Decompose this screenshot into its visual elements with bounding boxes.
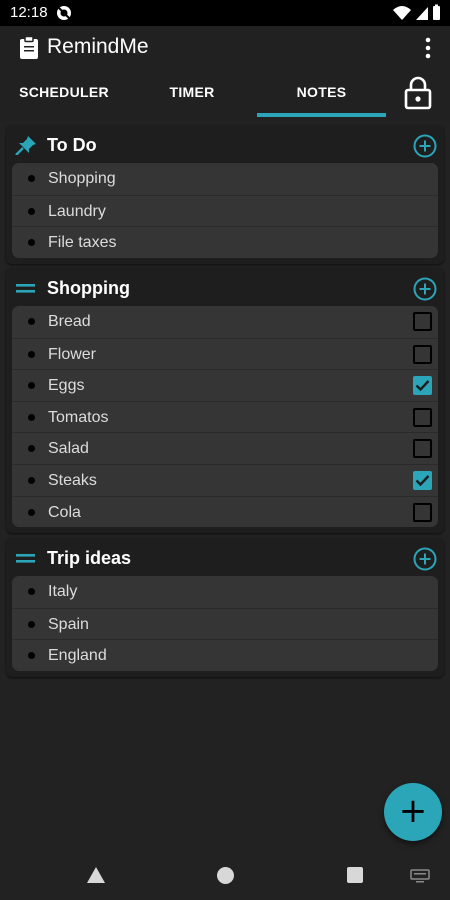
battery-icon <box>433 6 440 20</box>
item-text: Shopping <box>48 170 116 187</box>
item-text: File taxes <box>48 234 117 252</box>
status-bar: 12:18 <box>0 0 450 26</box>
clipboard-icon <box>20 36 38 59</box>
item-text: Cola <box>48 503 81 521</box>
note-title: Trip ideas <box>47 548 132 568</box>
item-text: Laundry <box>48 202 106 220</box>
list-item[interactable]: Steaks <box>12 463 438 496</box>
note-card-shopping[interactable]: Shopping Bread Flower Eggs Tomatos Salad… <box>6 268 444 534</box>
item-text: Bread <box>48 313 91 330</box>
check-icon <box>415 475 430 487</box>
item-checkbox[interactable] <box>413 376 432 396</box>
item-checkbox[interactable] <box>413 470 432 490</box>
notes-list: To Do Shopping Laundry File taxes Shoppi… <box>0 122 450 852</box>
lock-icon[interactable] <box>402 76 434 110</box>
bullet-icon <box>28 239 35 247</box>
list-item[interactable]: England <box>12 639 438 671</box>
list-item[interactable]: Shopping <box>12 163 438 195</box>
status-icons <box>393 4 440 20</box>
add-circle-icon[interactable] <box>413 134 437 158</box>
bullet-icon <box>28 382 35 390</box>
bullet-icon <box>28 476 35 484</box>
list-item[interactable]: Tomatos <box>12 400 438 433</box>
bullet-icon <box>28 620 35 628</box>
back-icon[interactable] <box>86 866 106 884</box>
bullet-icon <box>28 588 35 595</box>
note-items: Bread Flower Eggs Tomatos Salad Steaks C… <box>12 306 438 528</box>
list-item[interactable]: File taxes <box>12 226 438 258</box>
note-header: Trip ideas <box>6 538 444 576</box>
list-item[interactable]: Eggs <box>12 369 438 401</box>
keyboard-icon[interactable] <box>410 869 430 883</box>
list-item[interactable]: Cola <box>12 495 438 528</box>
list-item[interactable]: Bread <box>12 306 438 338</box>
note-header: To Do <box>6 125 444 163</box>
add-note-fab[interactable]: + <box>384 783 442 841</box>
bullet-icon <box>28 652 35 660</box>
app-bar: RemindMe SCHEDULER TIMER NOTES <box>0 26 450 122</box>
tab-bar: SCHEDULER TIMER NOTES <box>0 74 450 120</box>
note-card-to-do[interactable]: To Do Shopping Laundry File taxes <box>6 125 444 264</box>
item-checkbox[interactable] <box>413 407 432 427</box>
check-icon <box>415 380 430 392</box>
more-vert-icon[interactable] <box>420 36 436 60</box>
note-header: Shopping <box>6 268 444 306</box>
bullet-icon <box>28 413 35 421</box>
signal-icon <box>416 7 428 20</box>
note-card-trip-ideas[interactable]: Trip ideas Italy Spain England <box>6 538 444 677</box>
tab-scheduler[interactable]: SCHEDULER <box>0 74 128 120</box>
item-text: England <box>48 647 107 665</box>
list-item[interactable]: Spain <box>12 607 438 640</box>
item-text: Spain <box>48 615 89 633</box>
bullet-icon <box>28 175 35 182</box>
bullet-icon <box>28 350 35 358</box>
item-checkbox[interactable] <box>413 502 432 522</box>
add-circle-icon[interactable] <box>413 277 437 301</box>
status-time: 12:18 <box>10 4 48 21</box>
list-item[interactable]: Salad <box>12 432 438 464</box>
list-item[interactable]: Italy <box>12 576 438 608</box>
item-text: Eggs <box>48 377 85 395</box>
vpn-icon <box>57 6 71 20</box>
item-text: Flower <box>48 345 97 363</box>
item-text: Steaks <box>48 471 97 489</box>
list-item[interactable]: Flower <box>12 337 438 370</box>
app-title: RemindMe <box>47 35 149 58</box>
bullet-icon <box>28 207 35 215</box>
pin-icon <box>15 136 36 155</box>
tab-timer[interactable]: TIMER <box>128 74 256 120</box>
item-text: Tomatos <box>48 408 109 426</box>
bullet-icon <box>28 508 35 516</box>
item-text: Salad <box>48 440 89 458</box>
item-checkbox[interactable] <box>413 344 432 364</box>
note-title: Shopping <box>47 278 130 298</box>
recents-icon[interactable] <box>347 867 363 883</box>
drag-handle-icon[interactable] <box>15 548 37 568</box>
item-checkbox[interactable] <box>413 439 432 459</box>
home-icon[interactable] <box>217 867 234 884</box>
item-text: Italy <box>48 583 78 600</box>
active-tab-indicator <box>257 113 386 117</box>
item-checkbox[interactable] <box>413 312 432 331</box>
system-nav-bar <box>0 852 450 900</box>
bullet-icon <box>28 318 35 325</box>
note-title: To Do <box>47 135 97 155</box>
note-items: Italy Spain England <box>12 576 438 671</box>
list-item[interactable]: Laundry <box>12 194 438 227</box>
drag-handle-icon[interactable] <box>15 278 37 298</box>
wifi-icon <box>393 6 411 20</box>
add-circle-icon[interactable] <box>413 547 437 571</box>
note-items: Shopping Laundry File taxes <box>12 163 438 258</box>
bullet-icon <box>28 445 35 453</box>
plus-icon: + <box>398 791 428 831</box>
